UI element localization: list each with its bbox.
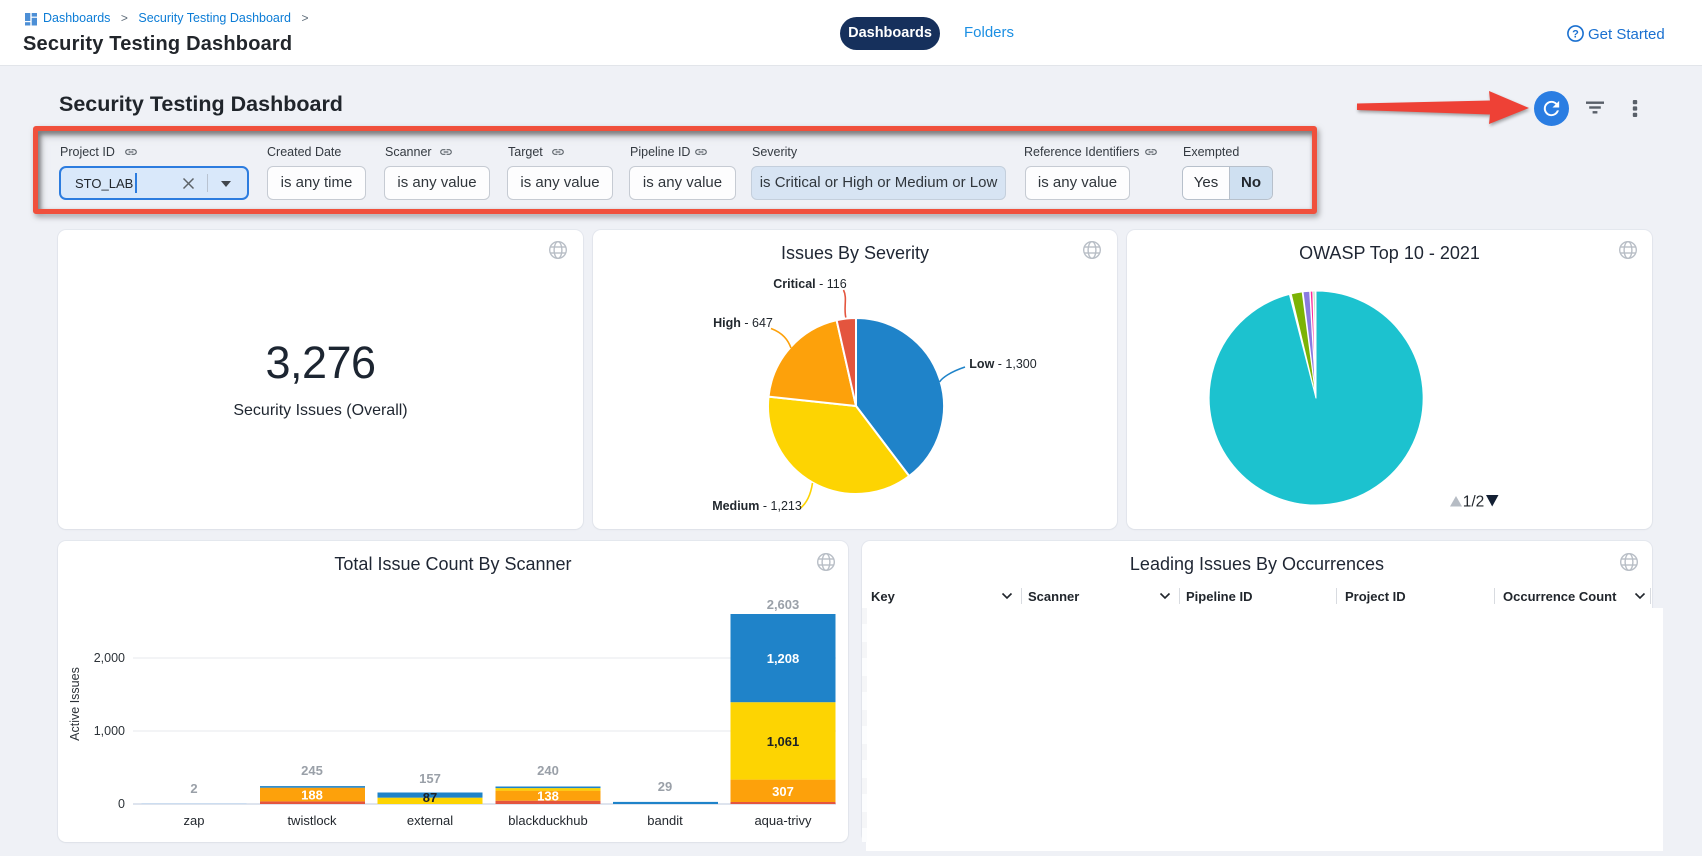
svg-text:Medium - 1,213: Medium - 1,213 xyxy=(712,499,802,513)
svg-text:1,000: 1,000 xyxy=(94,724,125,738)
svg-text:2,000: 2,000 xyxy=(94,651,125,665)
svg-text:blackduckhub: blackduckhub xyxy=(508,813,588,828)
svg-text:0: 0 xyxy=(118,797,125,811)
svg-text:87: 87 xyxy=(423,790,437,805)
svg-text:2,603: 2,603 xyxy=(767,597,800,612)
svg-text:138: 138 xyxy=(537,789,559,804)
svg-text:240: 240 xyxy=(537,763,559,778)
svg-text:aqua-trivy: aqua-trivy xyxy=(754,813,812,828)
svg-text:external: external xyxy=(407,813,453,828)
svg-text:1/2: 1/2 xyxy=(1463,494,1485,511)
svg-text:307: 307 xyxy=(772,784,794,799)
svg-text:High - 647: High - 647 xyxy=(713,316,773,330)
svg-text:Active Issues: Active Issues xyxy=(68,667,82,741)
svg-text:zap: zap xyxy=(184,813,205,828)
svg-text:188: 188 xyxy=(301,788,323,803)
svg-text:bandit: bandit xyxy=(647,813,683,828)
svg-text:29: 29 xyxy=(658,779,672,794)
svg-text:1,208: 1,208 xyxy=(767,651,800,666)
svg-text:245: 245 xyxy=(301,763,323,778)
svg-text:?: ? xyxy=(1572,28,1579,40)
svg-text:2: 2 xyxy=(190,781,197,796)
svg-text:Critical - 116: Critical - 116 xyxy=(773,277,846,291)
svg-text:1,061: 1,061 xyxy=(767,734,800,749)
svg-text:Low - 1,300: Low - 1,300 xyxy=(969,357,1036,371)
svg-text:twistlock: twistlock xyxy=(287,813,337,828)
svg-text:157: 157 xyxy=(419,771,441,786)
